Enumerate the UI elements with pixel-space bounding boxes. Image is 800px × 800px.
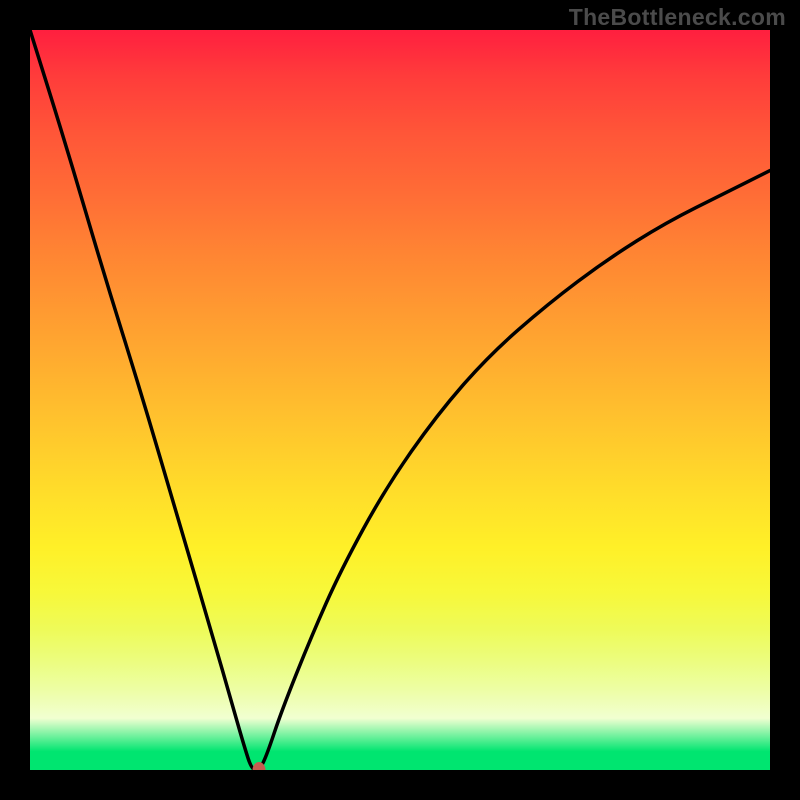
- watermark-text: TheBottleneck.com: [569, 4, 786, 31]
- chart-frame: TheBottleneck.com: [0, 0, 800, 800]
- curve-svg: [30, 30, 770, 770]
- plot-area: [30, 30, 770, 770]
- bottleneck-curve: [30, 30, 770, 770]
